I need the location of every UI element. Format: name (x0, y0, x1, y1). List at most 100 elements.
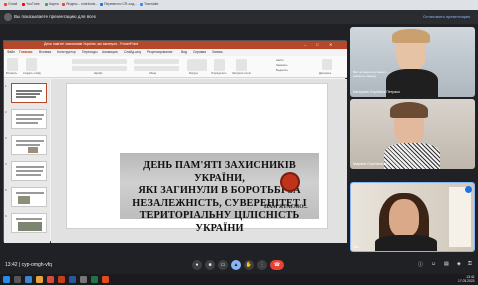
font-group-label: Шрифт (94, 72, 103, 75)
tab-animations[interactable]: Анимация (102, 50, 117, 54)
ppt-title-bar: День пам'яті захисників України, які заг… (4, 41, 347, 49)
slide-number: 5 (5, 188, 7, 192)
tab-transitions[interactable]: Переходы (82, 50, 97, 54)
mic-level-icon (465, 186, 472, 193)
tab-design[interactable]: Конструктор (57, 50, 76, 54)
tab-review[interactable]: Рецензирование (147, 50, 172, 54)
activities-icon[interactable]: ◈ (457, 261, 461, 267)
presenting-banner: Вы показываете презентацию для всех Оста… (0, 10, 478, 24)
slide-thumbnail-5[interactable] (11, 187, 47, 207)
powerpoint-icon[interactable] (58, 276, 65, 283)
bookmark-yandex[interactable]: Яндекс - notebook... (62, 2, 98, 6)
tab-file[interactable]: Файл (7, 50, 15, 54)
word-icon[interactable] (69, 276, 76, 283)
mic-icon[interactable]: ● (192, 260, 202, 270)
slide-thumbnail-2[interactable] (11, 109, 47, 129)
ppt-document-title: День пам'яті захисників України, які заг… (44, 42, 139, 46)
maximize-icon[interactable]: □ (316, 42, 318, 47)
arrange-icon[interactable] (214, 59, 225, 71)
font-select[interactable] (72, 59, 127, 64)
app-icon-2[interactable] (102, 276, 109, 283)
present-screen-icon (4, 13, 12, 21)
shapes-gallery[interactable] (187, 59, 207, 71)
tab-insert[interactable]: Вставка (39, 50, 51, 54)
edge-icon[interactable] (25, 276, 32, 283)
arrange-label: Упорядочить (211, 72, 227, 75)
bookmark-translate[interactable]: Translate (140, 2, 158, 6)
paste-icon[interactable] (7, 58, 18, 71)
tab-view[interactable]: Вид (181, 50, 187, 54)
quick-styles-label: Экспресс-стили (232, 72, 251, 75)
banner-text: Вы показываете презентацию для всех (14, 14, 96, 19)
new-slide-icon[interactable] (26, 58, 37, 71)
participant-video (389, 199, 419, 237)
file-explorer-icon[interactable] (36, 276, 43, 283)
participant-tile-2[interactable]: Марина Сергіївна М... (350, 99, 475, 169)
tab-slideshow[interactable]: Слайд-шоу (124, 50, 141, 54)
memorial-seal-image (280, 172, 300, 192)
info-icon[interactable]: ⓘ (418, 261, 423, 268)
paragraph-list-buttons[interactable] (134, 59, 179, 64)
present-icon[interactable]: ▲ (231, 260, 241, 270)
bookmark-youtube[interactable]: YouTube (22, 2, 40, 6)
participant-tile-1[interactable]: Вас не видно на камері — увімкніть камер… (350, 27, 475, 97)
replace-button[interactable]: Заменить (276, 64, 288, 67)
camera-icon[interactable]: ■ (205, 260, 215, 270)
slide-thumbnail-3[interactable] (11, 135, 47, 155)
participant-hair (392, 29, 430, 43)
participant-hair (390, 102, 428, 118)
tab-record[interactable]: Запись (212, 50, 223, 54)
slide-title-line-4: ТЕРИТОРІАЛЬНУ ЦІЛІСНІСТЬ УКРАЇНИ (139, 210, 300, 234)
raise-hand-icon[interactable]: ✋ (244, 260, 254, 270)
dictate-icon[interactable] (322, 59, 332, 70)
slide-thumbnails: 1 2 3 4 5 6 (4, 79, 50, 243)
hang-up-icon[interactable]: ☎ (270, 260, 284, 270)
participant-name: Марина Сергіївна М... (353, 162, 390, 166)
excel-icon[interactable] (91, 276, 98, 283)
bookmark-maps[interactable]: Карты (45, 2, 59, 6)
slide-thumbnail-1[interactable] (11, 83, 47, 103)
meeting-time-code: 13:42 | cyp-omgh-vfq (5, 262, 52, 268)
participant-clothing (384, 143, 440, 169)
windows-taskbar: 13:42 17.03.2023 (0, 274, 478, 285)
search-icon[interactable] (14, 276, 21, 283)
app-icon[interactable] (80, 276, 87, 283)
ribbon-tabs: Файл Главная Вставка Конструктор Переход… (4, 49, 347, 56)
powerpoint-window: День пам'яті захисників України, які заг… (3, 40, 347, 243)
taskbar-clock[interactable]: 13:42 17.03.2023 (458, 275, 475, 283)
bookmark-gmail[interactable]: Gmail (4, 2, 17, 6)
participant-tile-self[interactable]: Вы (350, 182, 475, 252)
new-slide-label: Создать слайд (23, 72, 41, 75)
close-icon[interactable]: ✕ (329, 42, 332, 47)
slide-thumbnail-4[interactable] (11, 161, 47, 181)
captions-icon[interactable]: ▭ (218, 260, 228, 270)
tab-home[interactable]: Главная (19, 50, 32, 54)
quick-styles-icon[interactable] (236, 59, 247, 71)
window-light (449, 187, 471, 247)
start-icon[interactable] (3, 276, 10, 283)
people-icon[interactable]: ☺ (431, 261, 436, 267)
ribbon: Вставить Создать слайд Шрифт Абзац Фигур… (4, 56, 347, 78)
paste-label: Вставить (6, 72, 17, 75)
bookmarks-bar: Gmail YouTube Карты Яндекс - notebook...… (0, 0, 478, 10)
chrome-icon[interactable] (47, 276, 54, 283)
lock-icon[interactable]: ⚿ (468, 261, 472, 267)
slide-thumbnail-6[interactable] (11, 213, 47, 233)
minimize-icon[interactable]: – (304, 42, 306, 47)
chat-icon[interactable]: ▤ (444, 261, 449, 267)
slide-footer-text: ПАМ'ЯТАЄМО... (264, 204, 308, 210)
more-icon[interactable]: ⋮ (257, 260, 267, 270)
bookmark-translate-cr[interactable]: Перевести CR-сод... (100, 2, 137, 6)
participant-clothing (375, 235, 437, 251)
dictate-label: Диктовать (319, 72, 332, 75)
font-format-buttons[interactable] (72, 66, 127, 71)
stop-presenting-button[interactable]: Остановить презентацию (420, 13, 473, 21)
slide-number: 6 (5, 214, 7, 218)
find-button[interactable]: Найти (276, 59, 283, 62)
shapes-label: Фигуры (189, 72, 198, 75)
tab-help[interactable]: Справка (193, 50, 206, 54)
paragraph-align-buttons[interactable] (134, 66, 179, 71)
select-button[interactable]: Выделить (276, 69, 288, 72)
paragraph-group-label: Абзац (149, 72, 157, 75)
slide-number: 1 (5, 84, 7, 88)
